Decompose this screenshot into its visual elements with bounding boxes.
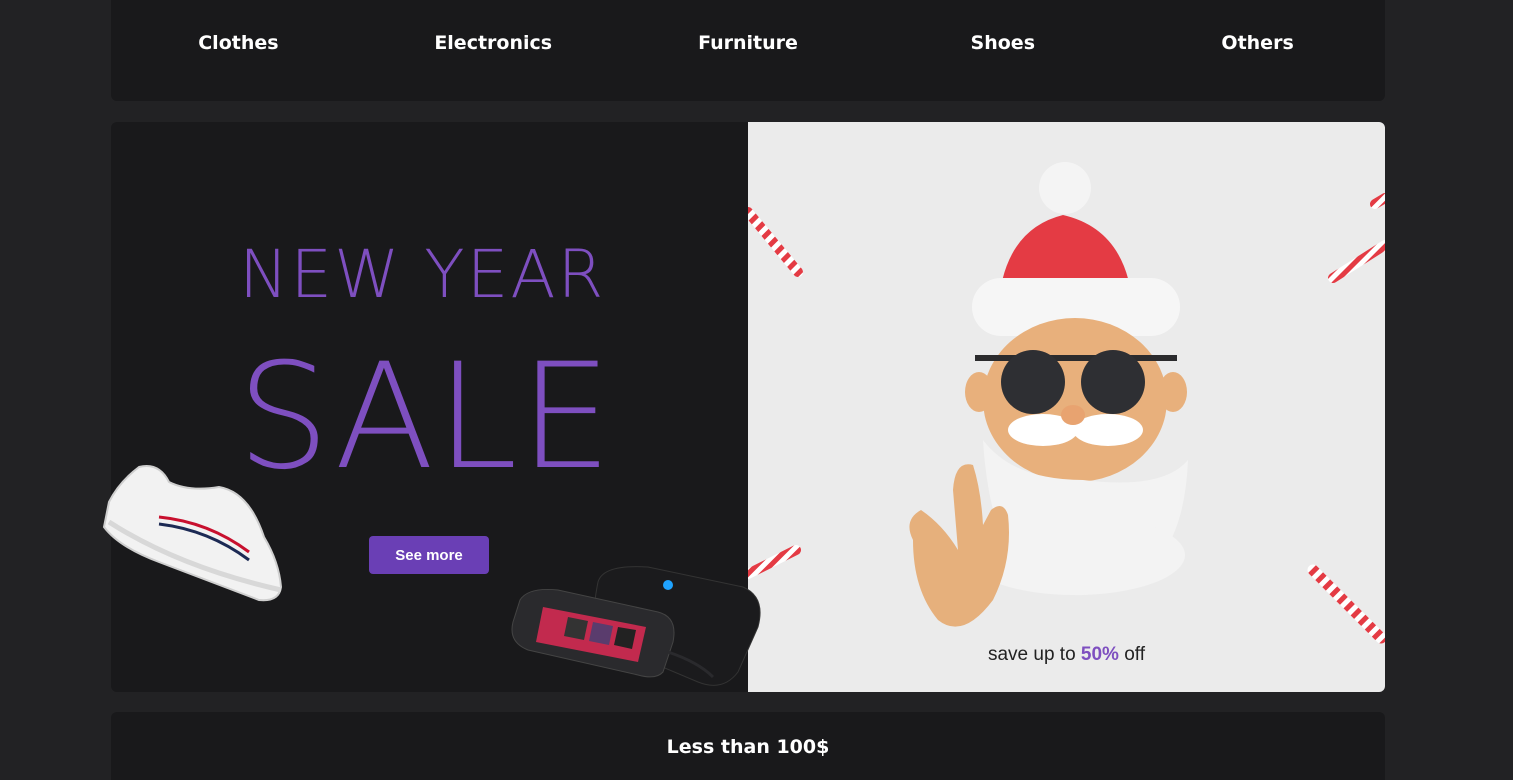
save-suffix: off — [1118, 644, 1146, 665]
hero-headline-sale: SALE — [237, 332, 614, 502]
category-electronics[interactable]: Electronics — [366, 0, 621, 101]
save-offer-text: save up to 50% off — [748, 644, 1385, 666]
category-others[interactable]: Others — [1130, 0, 1385, 101]
santa-mascot-icon — [909, 162, 1188, 627]
save-percent: 50% — [1080, 644, 1119, 665]
price-section: Less than 100$ — [111, 712, 1385, 780]
candy-cane-icon — [1307, 564, 1385, 644]
category-nav: Clothes Electronics Furniture Shoes Othe… — [111, 0, 1385, 101]
handheld-console-icon — [511, 566, 761, 686]
hero-image-panel: save up to 50% off — [748, 122, 1385, 692]
candy-cane-icon — [1328, 193, 1385, 283]
section-title: Less than 100$ — [666, 736, 830, 758]
category-shoes[interactable]: Shoes — [875, 0, 1130, 101]
category-clothes[interactable]: Clothes — [111, 0, 366, 101]
sneaker-icon — [102, 465, 283, 602]
hero-headline-new-year: NEW YEAR — [239, 236, 606, 313]
candy-cane-icon — [748, 207, 803, 277]
save-prefix: save up to — [987, 644, 1081, 665]
category-furniture[interactable]: Furniture — [621, 0, 876, 101]
see-more-button[interactable]: See more — [369, 536, 489, 574]
page: Clothes Electronics Furniture Shoes Othe… — [0, 0, 1513, 780]
